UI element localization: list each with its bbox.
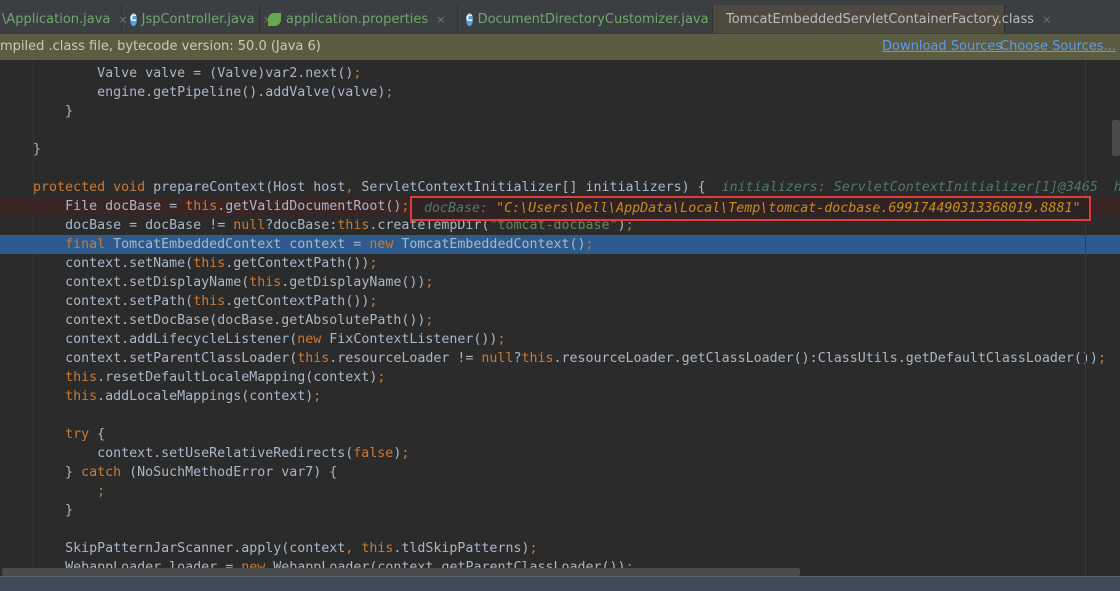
code-text: protected void prepareContext(Host host,…	[33, 180, 1120, 195]
code-line[interactable]: protected void prepareContext(Host host,…	[0, 178, 1120, 197]
tab-1[interactable]: CJspController.java×	[122, 5, 272, 33]
code-text: }	[33, 104, 74, 119]
code-line[interactable]: context.setPath(this.getContextPath());	[0, 292, 1120, 311]
code-line[interactable]: context.setParentClassLoader(this.resour…	[0, 349, 1120, 368]
vertical-scrollbar-thumb[interactable]	[1112, 120, 1120, 156]
inline-debug-hint: initializers: ServletContextInitializer[…	[721, 180, 1120, 195]
code-line[interactable]	[0, 159, 1120, 178]
code-text: context.setDisplayName(this.getDisplayNa…	[65, 275, 434, 290]
code-line[interactable]: } catch (NoSuchMethodError var7) {	[0, 463, 1120, 482]
choose-sources-link[interactable]: Choose Sources...	[1000, 34, 1116, 60]
code-line[interactable]: context.setUseRelativeRedirects(false);	[0, 444, 1120, 463]
code-line[interactable]: }	[0, 102, 1120, 121]
tab-3[interactable]: CDocumentDirectoryCustomizer.java×	[458, 5, 726, 33]
code-line[interactable]: this.addLocaleMappings(context);	[0, 387, 1120, 406]
spring-properties-icon	[268, 12, 281, 26]
tab-label: application.properties	[286, 11, 429, 27]
class-icon: C	[466, 12, 473, 26]
code-line[interactable]: }	[0, 140, 1120, 159]
code-line[interactable]: WebappLoader loader = new WebappLoader(c…	[0, 558, 1120, 568]
notice-message: mpiled .class file, bytecode version: 50…	[0, 39, 321, 54]
tab-label: JspController.java	[141, 11, 255, 27]
horizontal-scrollbar-thumb[interactable]	[2, 568, 800, 576]
code-text: }	[33, 142, 42, 157]
tab-4[interactable]: TomcatEmbeddedServletContainerFactory.cl…	[713, 5, 1051, 33]
tab-label: \Application.java	[2, 11, 111, 27]
close-icon[interactable]: ×	[1042, 13, 1051, 26]
code-line[interactable]: try {	[0, 425, 1120, 444]
tab-label: TomcatEmbeddedServletContainerFactory.cl…	[726, 11, 1035, 27]
status-bar	[0, 576, 1120, 591]
code-editor[interactable]: Valve valve = (Valve)var2.next(); engine…	[0, 60, 1120, 568]
editor-tab-bar: \Application.java×CJspController.java×ap…	[0, 0, 1120, 35]
code-text: context.setParentClassLoader(this.resour…	[65, 351, 1106, 366]
code-text: SkipPatternJarScanner.apply(context, thi…	[65, 541, 538, 556]
horizontal-scrollbar[interactable]	[0, 568, 1120, 576]
code-text: context.setName(this.getContextPath());	[65, 256, 378, 271]
code-text: context.setUseRelativeRedirects(false);	[97, 446, 410, 461]
code-line[interactable]: engine.getPipeline().addValve(valve);	[0, 83, 1120, 102]
code-line[interactable]: SkipPatternJarScanner.apply(context, thi…	[0, 539, 1120, 558]
tab-2[interactable]: application.properties ×	[260, 5, 458, 33]
code-line[interactable]	[0, 520, 1120, 539]
code-text: try {	[65, 427, 106, 442]
current-execution-line[interactable]: final TomcatEmbeddedContext context = ne…	[0, 235, 1120, 254]
code-line[interactable]: context.setDisplayName(this.getDisplayNa…	[0, 273, 1120, 292]
code-line[interactable]: context.addLifecycleListener(new FixCont…	[0, 330, 1120, 349]
right-margin-guide	[1085, 60, 1086, 576]
debug-value-highlight: docBase: "C:\Users\Dell\AppData\Local\Te…	[410, 196, 1091, 221]
code-line[interactable]: this.resetDefaultLocaleMapping(context);	[0, 368, 1120, 387]
tab-label: DocumentDirectoryCustomizer.java	[477, 11, 709, 27]
code-text: File docBase = this.getValidDocumentRoot…	[65, 199, 410, 214]
tab-0[interactable]: \Application.java ×	[0, 5, 128, 33]
code-text: } catch (NoSuchMethodError var7) {	[33, 465, 338, 480]
code-text: Valve valve = (Valve)var2.next();	[97, 66, 362, 81]
code-line[interactable]: Valve valve = (Valve)var2.next();	[0, 64, 1120, 83]
debug-value-label: docBase:	[424, 201, 497, 216]
code-text: context.addLifecycleListener(new FixCont…	[65, 332, 506, 347]
code-line[interactable]: }	[0, 501, 1120, 520]
decompiled-notice-bar: mpiled .class file, bytecode version: 50…	[0, 34, 1120, 60]
code-text: ;	[97, 484, 106, 499]
code-text: this.addLocaleMappings(context);	[65, 389, 322, 404]
code-line[interactable]: ;	[0, 482, 1120, 501]
code-text: engine.getPipeline().addValve(valve);	[97, 85, 394, 100]
code-line[interactable]: context.setName(this.getContextPath());	[0, 254, 1120, 273]
code-text: context.setDocBase(docBase.getAbsolutePa…	[65, 313, 434, 328]
code-line[interactable]	[0, 121, 1120, 140]
code-text: this.resetDefaultLocaleMapping(context);	[65, 370, 386, 385]
code-text: }	[33, 503, 74, 518]
code-line[interactable]: context.setDocBase(docBase.getAbsolutePa…	[0, 311, 1120, 330]
download-sources-link[interactable]: Download Sources	[882, 34, 1002, 60]
code-text: WebappLoader loader = new WebappLoader(c…	[65, 560, 634, 568]
debug-value: "C:\Users\Dell\AppData\Local\Temp\tomcat…	[496, 201, 1081, 216]
code-text: final TomcatEmbeddedContext context = ne…	[65, 237, 594, 252]
code-text: context.setPath(this.getContextPath());	[65, 294, 378, 309]
close-icon[interactable]: ×	[436, 13, 445, 26]
code-line[interactable]	[0, 406, 1120, 425]
class-icon: C	[130, 12, 137, 26]
